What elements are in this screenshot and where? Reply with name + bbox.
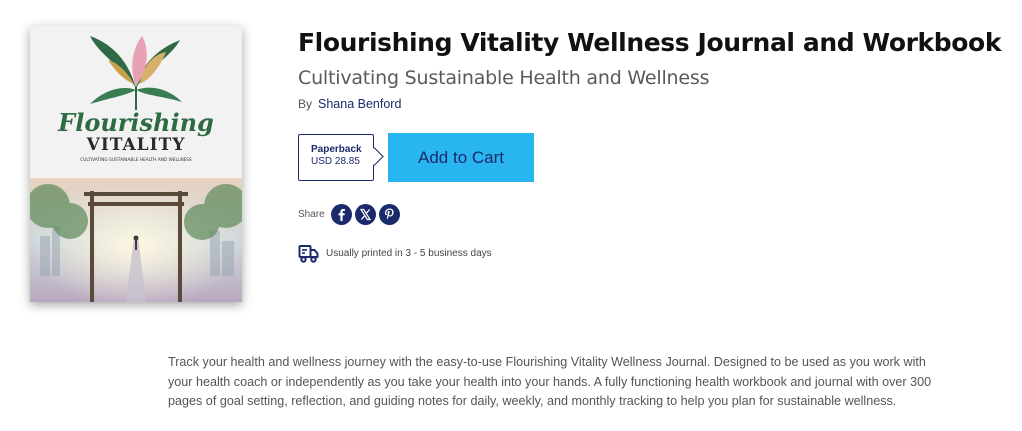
facebook-icon[interactable] [330, 204, 352, 225]
x-icon[interactable] [354, 204, 376, 225]
format-option-paperback[interactable]: Paperback USD 28.85 [298, 134, 374, 181]
shipping-text: Usually printed in 3 - 5 business days [326, 248, 492, 259]
author-link[interactable]: Shana Benford [318, 97, 401, 111]
pinterest-icon[interactable] [378, 204, 400, 225]
book-cover-image[interactable]: Flourishing VITALITY CULTIVATING SUSTAIN… [30, 26, 242, 302]
book-title: Flourishing Vitality Wellness Journal an… [298, 28, 1002, 57]
book-description: Track your health and wellness journey w… [168, 355, 932, 408]
shipping-info: Usually printed in 3 - 5 business days [298, 243, 492, 264]
add-to-cart-button[interactable]: Add to Cart [388, 133, 534, 182]
format-price: USD 28.85 [311, 156, 360, 167]
cover-tagline: CULTIVATING SUSTAINABLE HEALTH AND WELLN… [80, 157, 192, 163]
cover-title-line2: VITALITY [86, 135, 186, 155]
share-label: Share [298, 209, 325, 220]
format-name: Paperback [311, 144, 362, 155]
byline: By Shana Benford [298, 97, 401, 111]
by-label: By [298, 97, 313, 111]
cover-title-line1: Flourishing [57, 108, 214, 137]
truck-icon [298, 243, 319, 264]
share-bar: Share [298, 204, 403, 225]
book-subtitle: Cultivating Sustainable Health and Welln… [298, 67, 710, 89]
cover-artwork: Flourishing VITALITY CULTIVATING SUSTAIN… [30, 26, 242, 302]
